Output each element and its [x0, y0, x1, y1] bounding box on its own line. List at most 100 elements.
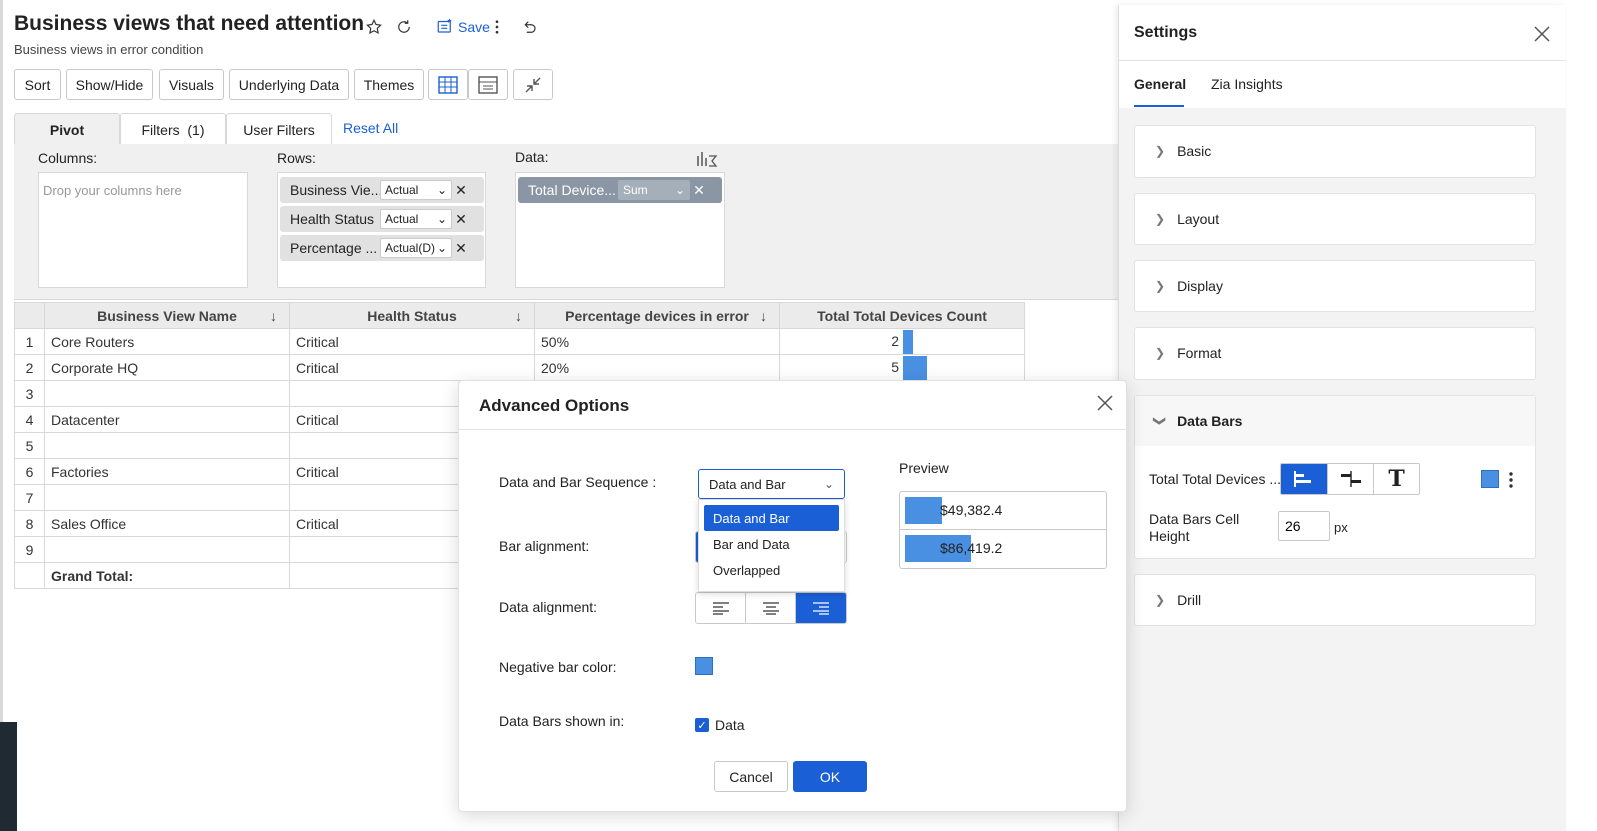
- sort-button[interactable]: Sort: [14, 69, 61, 100]
- row-number: 9: [14, 536, 45, 563]
- row-number: 5: [14, 432, 45, 459]
- remove-icon[interactable]: ✕: [452, 182, 470, 199]
- columns-drop-hint: Drop your columns here: [43, 183, 182, 198]
- cell-height-unit: px: [1334, 520, 1348, 535]
- health-status-cell: Critical: [289, 328, 535, 355]
- sequence-select[interactable]: Data and Bar ⌄: [698, 469, 845, 499]
- row-field-agg-select[interactable]: Actual ⌄: [380, 180, 452, 200]
- star-icon[interactable]: [363, 16, 385, 38]
- undo-icon[interactable]: [518, 16, 540, 38]
- tab-general[interactable]: General: [1134, 76, 1186, 92]
- refresh-icon[interactable]: [393, 16, 415, 38]
- row-field-chip[interactable]: Percentage ... Actual(D) ⌄ ✕: [280, 235, 484, 261]
- settings-panel: Settings General Zia Insights ❯ Basic ❯ La…: [1118, 5, 1566, 831]
- business-view-cell: [44, 432, 290, 459]
- rows-drop-zone[interactable]: Business Vie... Actual ⌄ ✕ Health Status …: [277, 172, 486, 288]
- negative-color-label: Negative bar color:: [499, 659, 617, 675]
- row-field-chip[interactable]: Business Vie... Actual ⌄ ✕: [280, 177, 484, 203]
- column-header-label: Percentage devices in error: [565, 307, 749, 324]
- text-only-icon[interactable]: T: [1373, 464, 1419, 494]
- column-header[interactable]: Health Status ↓: [289, 302, 535, 329]
- table-row: 2 Corporate HQ Critical 20% 5: [14, 354, 1025, 381]
- close-icon[interactable]: [1533, 23, 1551, 49]
- align-left-icon[interactable]: [696, 593, 746, 623]
- preview-label: Preview: [899, 460, 949, 476]
- bar-color-swatch[interactable]: [1481, 470, 1499, 488]
- section-basic[interactable]: ❯ Basic: [1134, 125, 1536, 178]
- business-view-cell: Sales Office: [44, 510, 290, 537]
- table-view-icon[interactable]: [428, 69, 468, 100]
- more-vertical-icon[interactable]: [486, 16, 508, 38]
- databars-field-label: Total Total Devices ...: [1149, 471, 1282, 487]
- more-vertical-icon[interactable]: [1505, 470, 1517, 493]
- row-field-chip[interactable]: Health Status Actual ⌄ ✕: [280, 206, 484, 232]
- preview-row: $86,419.2: [900, 530, 1106, 568]
- data-alignment-group: [695, 592, 847, 624]
- underlying-data-button[interactable]: Underlying Data: [229, 69, 349, 100]
- themes-button[interactable]: Themes: [354, 69, 424, 100]
- section-data-bars: ❯ Data Bars Total Total Devices ... T Dat…: [1134, 395, 1536, 559]
- close-icon[interactable]: [1096, 391, 1114, 419]
- section-format[interactable]: ❯ Format: [1134, 327, 1536, 380]
- save-button[interactable]: Save: [436, 16, 490, 38]
- sort-arrow-icon[interactable]: ↓: [515, 308, 522, 324]
- section-display[interactable]: ❯ Display: [1134, 260, 1536, 312]
- data-settings-icon[interactable]: [696, 150, 718, 171]
- remove-icon[interactable]: ✕: [452, 211, 470, 228]
- show-hide-button[interactable]: Show/Hide: [66, 69, 153, 100]
- cell-height-input[interactable]: [1278, 511, 1330, 541]
- bar-split-icon[interactable]: [1327, 464, 1373, 494]
- tab-filters[interactable]: Filters (1): [120, 113, 226, 145]
- column-header[interactable]: Business View Name ↓: [44, 302, 290, 329]
- negative-color-swatch[interactable]: [695, 657, 713, 675]
- section-layout[interactable]: ❯ Layout: [1134, 193, 1536, 245]
- tab-pivot[interactable]: Pivot: [14, 113, 120, 145]
- side-dock: [0, 722, 17, 831]
- section-title: Basic: [1177, 143, 1212, 159]
- dropdown-option[interactable]: Overlapped: [704, 557, 839, 583]
- reset-all-link[interactable]: Reset All: [343, 120, 398, 136]
- data-checkbox[interactable]: ✓: [695, 718, 709, 732]
- section-drill[interactable]: ❯ Drill: [1134, 574, 1536, 626]
- data-label: Data:: [515, 149, 549, 165]
- bar-left-icon[interactable]: [1281, 464, 1327, 494]
- page-subtitle: Business views in error condition: [14, 42, 204, 57]
- dropdown-option[interactable]: Bar and Data: [704, 531, 839, 557]
- sort-arrow-icon[interactable]: ↓: [760, 308, 767, 324]
- chevron-down-icon: ❯: [1153, 415, 1168, 427]
- remove-icon[interactable]: ✕: [452, 240, 470, 257]
- tab-user-filters[interactable]: User Filters: [226, 113, 332, 145]
- data-field-agg-select[interactable]: Sum ⌄: [618, 180, 690, 200]
- visuals-button[interactable]: Visuals: [159, 69, 224, 100]
- column-header[interactable]: Percentage devices in error ↓: [534, 302, 780, 329]
- tab-zia-insights[interactable]: Zia Insights: [1211, 76, 1283, 92]
- columns-drop-zone[interactable]: Drop your columns here: [38, 172, 248, 288]
- row-field-agg: Actual: [385, 183, 419, 197]
- preview-row: $49,382.4: [900, 492, 1106, 530]
- ok-button[interactable]: OK: [793, 761, 867, 792]
- business-view-cell: [44, 484, 290, 511]
- health-status-cell: Critical: [289, 354, 535, 381]
- data-field-chip[interactable]: Total Device... Sum ⌄ ✕: [518, 177, 722, 203]
- grid-view-icon[interactable]: [468, 69, 508, 100]
- align-right-icon[interactable]: [796, 593, 846, 623]
- chevron-right-icon: ❯: [1155, 346, 1166, 360]
- cancel-button[interactable]: Cancel: [714, 761, 788, 792]
- window-left-edge: [0, 0, 3, 831]
- column-header[interactable]: Total Total Devices Count: [779, 302, 1025, 329]
- collapse-icon[interactable]: [513, 69, 553, 100]
- dropdown-option[interactable]: Data and Bar: [704, 505, 839, 531]
- columns-label: Columns:: [38, 150, 98, 166]
- settings-title: Settings: [1134, 24, 1198, 41]
- count-value: 2: [891, 333, 899, 349]
- row-field-agg: Actual(D): [385, 241, 436, 255]
- align-center-icon[interactable]: [746, 593, 796, 623]
- row-field-agg-select[interactable]: Actual ⌄: [380, 209, 452, 229]
- data-field-agg: Sum: [623, 183, 648, 197]
- data-drop-zone[interactable]: Total Device... Sum ⌄ ✕: [515, 172, 725, 288]
- row-field-agg-select[interactable]: Actual(D) ⌄: [380, 238, 452, 258]
- sort-arrow-icon[interactable]: ↓: [270, 308, 277, 324]
- business-view-cell: Factories: [44, 458, 290, 485]
- chevron-down-icon: ⌄: [436, 241, 447, 255]
- remove-icon[interactable]: ✕: [690, 182, 708, 199]
